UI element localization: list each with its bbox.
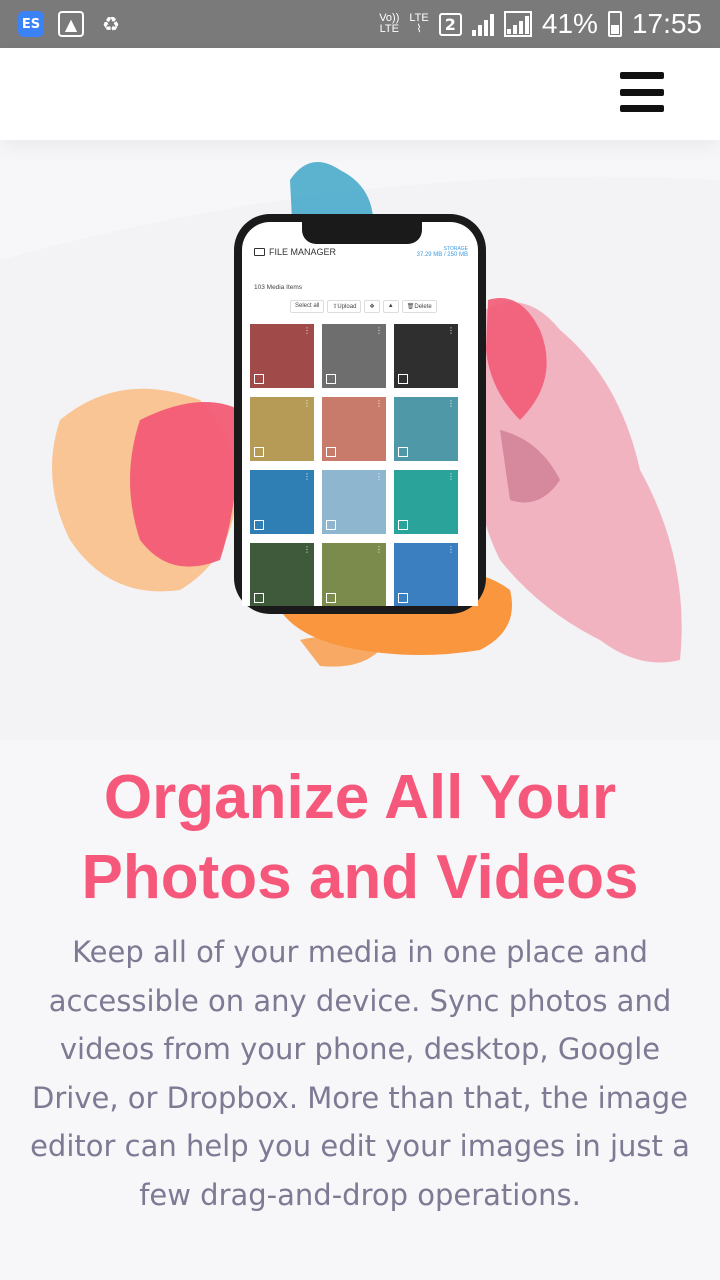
folder-icon <box>254 248 265 256</box>
thumbnail-checkbox <box>326 520 336 530</box>
more-options-icon: ⋮ <box>375 326 383 335</box>
delete-button: 🗑Delete <box>401 300 437 313</box>
thumbnail-checkbox <box>398 593 408 603</box>
phone-screen: FILE MANAGER STORAGE 37.29 MB / 250 MB 1… <box>242 222 478 606</box>
status-bar: ES ▲ ♻ Vo)) LTE LTE ⌇ 2 41% 17:55 <box>0 0 720 48</box>
media-thumbnail: ⋮ <box>394 397 458 461</box>
gallery-icon: ▲ <box>58 11 84 37</box>
media-thumbnail: ⋮ <box>250 397 314 461</box>
google-drive-icon: ▲ <box>382 300 399 313</box>
sim-slot-badge: 2 <box>438 12 462 36</box>
more-options-icon: ⋮ <box>303 326 311 335</box>
thumbnail-checkbox <box>326 447 336 457</box>
media-thumbnail: ⋮ <box>250 543 314 606</box>
more-options-icon: ⋮ <box>375 399 383 408</box>
thumbnail-checkbox <box>398 374 408 384</box>
storage-indicator: STORAGE 37.29 MB / 250 MB <box>416 246 468 258</box>
page-description: Keep all of your media in one place and … <box>30 935 690 1212</box>
thumbnail-checkbox <box>254 374 264 384</box>
hamburger-menu-icon[interactable] <box>620 72 664 112</box>
more-options-icon: ⋮ <box>303 545 311 554</box>
media-thumbnail: ⋮ <box>394 543 458 606</box>
lte-wifi-icon: LTE ⌇ <box>409 12 429 35</box>
thumbnail-checkbox <box>326 593 336 603</box>
site-header <box>0 48 720 140</box>
media-thumbnail: ⋮ <box>250 470 314 534</box>
more-options-icon: ⋮ <box>447 472 455 481</box>
thumbnail-checkbox <box>254 520 264 530</box>
file-manager-title: FILE MANAGER <box>254 246 336 258</box>
media-thumbnail: ⋮ <box>322 543 386 606</box>
signal-strength-2-icon <box>503 11 532 37</box>
dropbox-icon: ❖ <box>364 300 380 313</box>
more-options-icon: ⋮ <box>303 472 311 481</box>
media-grid: ⋮ ⋮ ⋮ ⋮ ⋮ ⋮ ⋮ ⋮ ⋮ ⋮ ⋮ ⋮ <box>250 324 462 606</box>
phone-notch <box>302 222 422 244</box>
thumbnail-checkbox <box>326 374 336 384</box>
phone-mockup: FILE MANAGER STORAGE 37.29 MB / 250 MB 1… <box>234 214 486 614</box>
thumbnail-checkbox <box>254 593 264 603</box>
media-thumbnail: ⋮ <box>394 324 458 388</box>
more-options-icon: ⋮ <box>375 545 383 554</box>
more-options-icon: ⋮ <box>375 472 383 481</box>
thumbnail-checkbox <box>398 447 408 457</box>
more-options-icon: ⋮ <box>303 399 311 408</box>
battery-icon <box>607 11 622 37</box>
media-thumbnail: ⋮ <box>322 470 386 534</box>
more-options-icon: ⋮ <box>447 326 455 335</box>
es-file-explorer-icon: ES <box>18 11 44 37</box>
volte-indicator: Vo)) LTE <box>379 12 400 35</box>
signal-strength-icon <box>471 12 494 36</box>
thumbnail-checkbox <box>254 447 264 457</box>
more-options-icon: ⋮ <box>447 399 455 408</box>
recycle-icon: ♻ <box>102 12 120 36</box>
clock: 17:55 <box>631 8 702 39</box>
media-thumbnail: ⋮ <box>322 397 386 461</box>
upload-button: ⇧Upload <box>327 300 362 313</box>
media-count: 103 Media Items <box>254 284 303 291</box>
battery-percent: 41% <box>541 8 598 39</box>
media-thumbnail: ⋮ <box>322 324 386 388</box>
file-manager-toolbar: Select all ⇧Upload ❖ ▲ 🗑Delete <box>290 300 470 313</box>
media-thumbnail: ⋮ <box>394 470 458 534</box>
page-headline: Organize All Your Photos and Videos <box>81 763 639 912</box>
thumbnail-checkbox <box>398 520 408 530</box>
media-thumbnail: ⋮ <box>250 324 314 388</box>
select-all-button: Select all <box>290 300 325 313</box>
more-options-icon: ⋮ <box>447 545 455 554</box>
